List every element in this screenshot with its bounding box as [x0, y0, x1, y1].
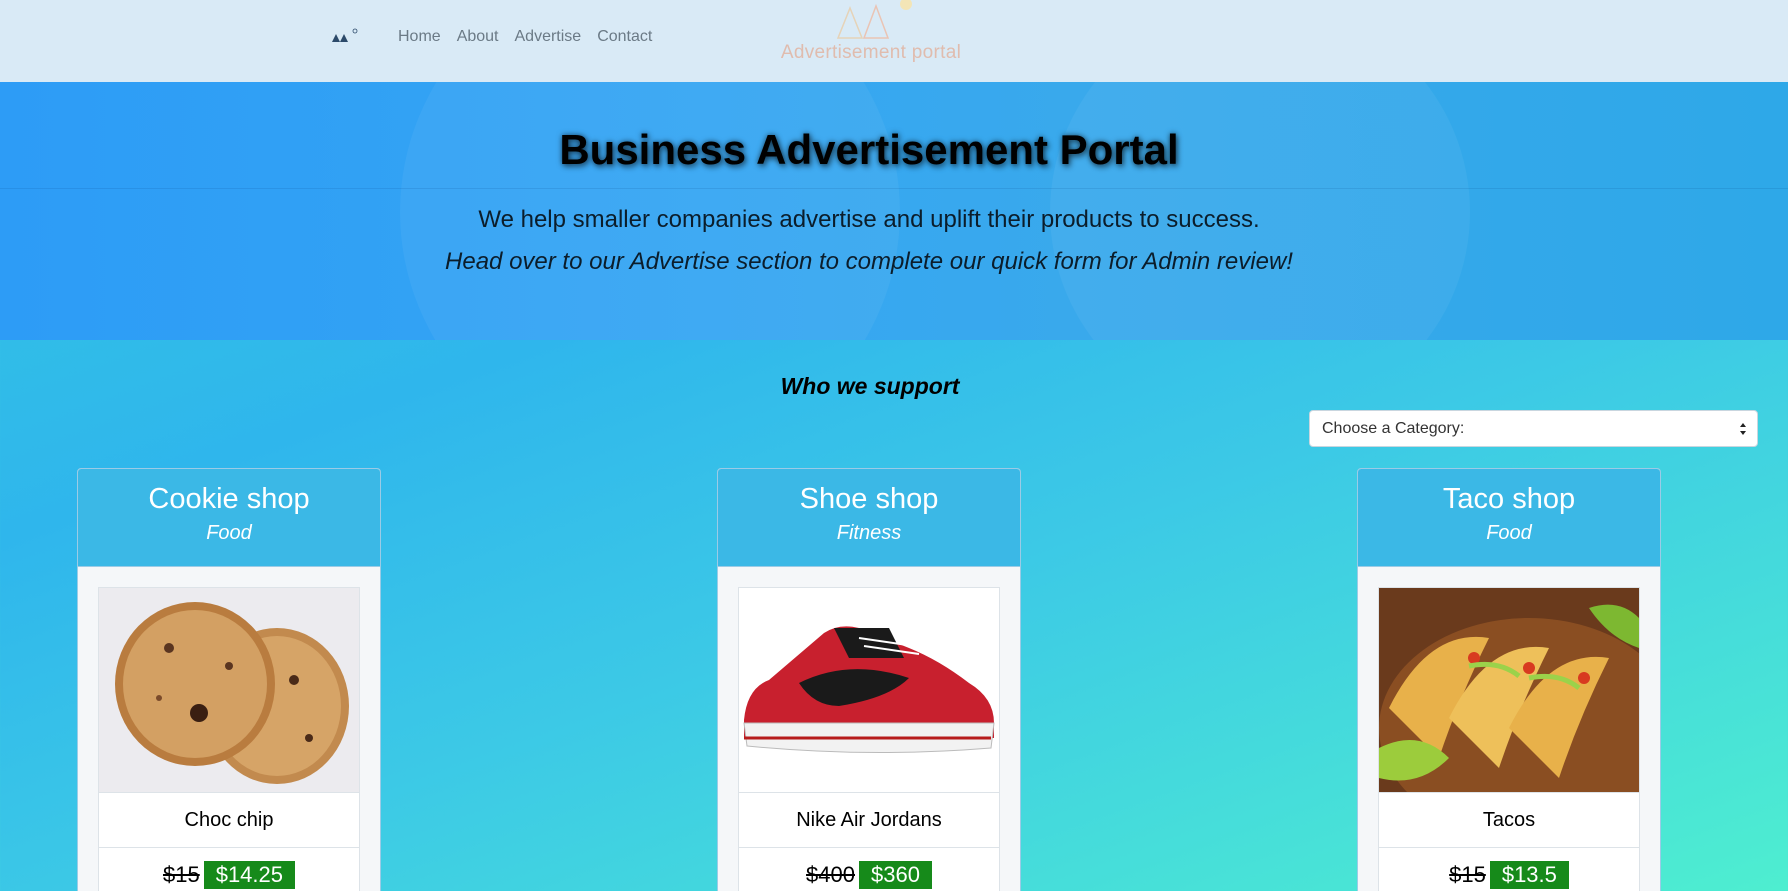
nav-advertise-link[interactable]: Advertise — [515, 28, 582, 46]
product-name: Tacos — [1379, 792, 1639, 848]
shop-name: Shoe shop — [799, 483, 939, 515]
price-row: $15 $13.5 — [1379, 848, 1639, 889]
section-title: Who we support — [780, 373, 960, 399]
category-select-value: Choose a Category: — [1322, 420, 1465, 437]
nav-about-link[interactable]: About — [457, 28, 499, 46]
sale-price-badge: $360 — [859, 861, 932, 889]
sale-price-badge: $14.25 — [203, 861, 295, 889]
navbar: Home About Advertise Contact Advertiseme… — [0, 0, 1788, 82]
shop-category: Food — [1486, 522, 1532, 544]
center-logo: Advertisement portal — [776, 0, 966, 70]
brand-logo[interactable] — [314, 26, 374, 52]
card-header: Taco shop Food — [1358, 469, 1660, 567]
shop-card-cookie: Cookie shop Food Choc chip $15 $14.25 — [77, 468, 381, 891]
product-panel: Nike Air Jordans $400 $360 — [738, 587, 1000, 891]
hero-banner: Business Advertisement Portal We help sm… — [0, 82, 1788, 340]
main-nav: Home About Advertise Contact — [398, 28, 652, 46]
sale-price-badge: $13.5 — [1489, 861, 1569, 889]
shop-category: Food — [206, 522, 252, 544]
shop-card-shoe: Shoe shop Fitness Nike Air Jordans $400 $… — [717, 468, 1021, 891]
category-select[interactable]: Choose a Category: — [1309, 410, 1758, 447]
shop-card-taco: Taco shop Food Tacos $15 $13.5 — [1357, 468, 1661, 891]
price-row: $15 $14.25 — [99, 848, 359, 889]
hero-title: Business Advertisement Portal — [559, 126, 1179, 173]
product-panel: Tacos $15 $13.5 — [1378, 587, 1640, 891]
product-panel: Choc chip $15 $14.25 — [98, 587, 360, 891]
card-header: Shoe shop Fitness — [718, 469, 1020, 567]
old-price: $15 — [1449, 862, 1486, 887]
card-header: Cookie shop Food — [78, 469, 380, 567]
old-price: $400 — [806, 862, 855, 887]
shop-name: Taco shop — [1442, 483, 1576, 515]
center-logo-text: Advertisement portal — [780, 42, 962, 63]
nav-home-link[interactable]: Home — [398, 28, 441, 46]
product-image-cookies — [99, 588, 359, 792]
product-image-sneaker — [739, 588, 999, 792]
shop-name: Cookie shop — [148, 483, 310, 515]
old-price: $15 — [162, 862, 200, 887]
nav-contact-link[interactable]: Contact — [597, 28, 652, 46]
product-image-tacos — [1379, 588, 1639, 792]
product-name: Nike Air Jordans — [739, 792, 999, 848]
select-arrows-icon — [1740, 423, 1746, 435]
shop-category: Fitness — [836, 522, 902, 544]
hero-subtitle: We help smaller companies advertise and … — [478, 206, 1260, 233]
hero-note: Head over to our Advertise section to co… — [445, 248, 1293, 275]
price-row: $400 $360 — [739, 848, 999, 889]
product-name: Choc chip — [99, 792, 359, 848]
